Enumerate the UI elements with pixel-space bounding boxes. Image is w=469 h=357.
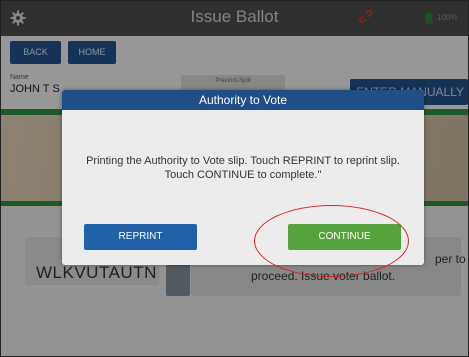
authority-to-vote-dialog: Authority to Vote Printing the Authority…: [62, 90, 424, 265]
continue-button[interactable]: CONTINUE: [288, 224, 401, 250]
dialog-message: Printing the Authority to Vote slip. Tou…: [86, 155, 400, 181]
app-window: Issue Ballot 100% BACK HOME Name JOHN T …: [0, 0, 469, 357]
dialog-title: Authority to Vote: [62, 90, 424, 110]
reprint-button[interactable]: REPRINT: [84, 224, 197, 250]
